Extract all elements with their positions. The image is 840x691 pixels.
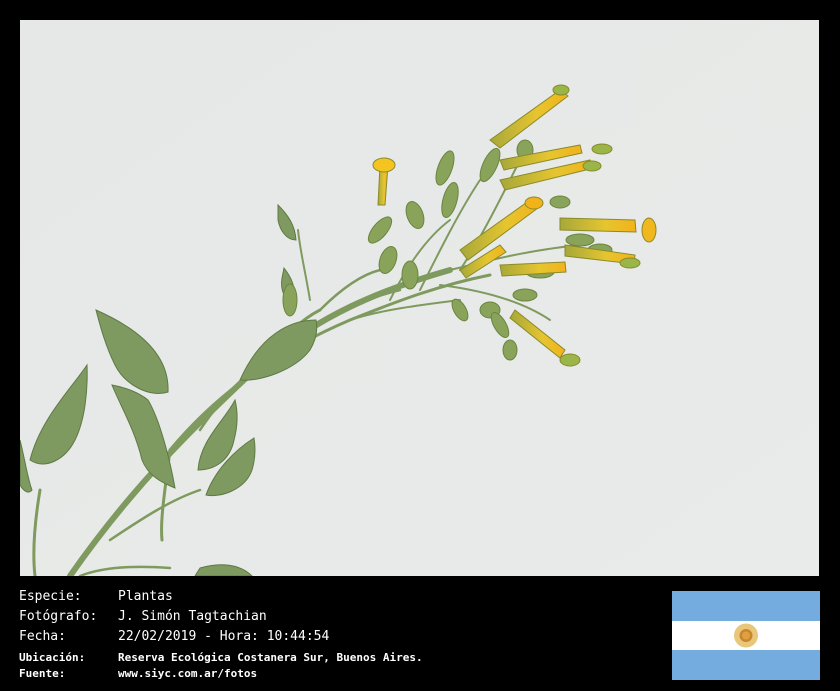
flag-top-stripe bbox=[672, 591, 820, 621]
especie-value: Plantas bbox=[118, 589, 173, 604]
fecha-label: Fecha: bbox=[19, 629, 66, 644]
fotografo-value: J. Simón Tagtachian bbox=[118, 609, 267, 624]
argentina-flag-icon bbox=[672, 591, 820, 680]
fuente-label: Fuente: bbox=[19, 667, 66, 680]
especie-label: Especie: bbox=[19, 589, 82, 604]
ubicacion-label: Ubicación: bbox=[19, 651, 86, 664]
fuente-value: www.siyc.com.ar/fotos bbox=[118, 667, 258, 680]
fotografo-label: Fotógrafo: bbox=[19, 609, 98, 624]
sun-of-may-icon bbox=[734, 623, 758, 648]
plant-photo bbox=[20, 20, 819, 576]
plant-photo-drawing bbox=[20, 20, 819, 576]
fecha-value: 22/02/2019 - Hora: 10:44:54 bbox=[118, 629, 330, 644]
flag-bottom-stripe bbox=[672, 650, 820, 680]
ubicacion-value: Reserva Ecológica Costanera Sur, Buenos … bbox=[118, 651, 423, 664]
